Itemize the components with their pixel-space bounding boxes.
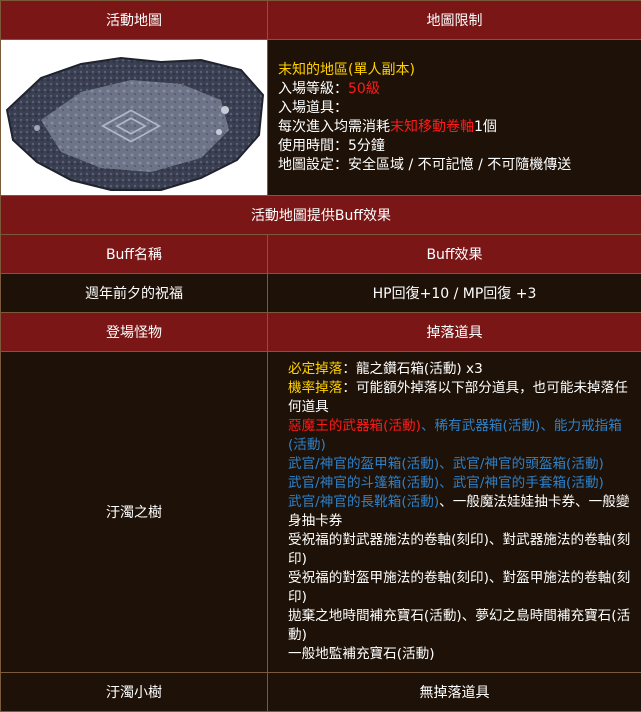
event-map-table: 活動地圖 地圖限制: [0, 0, 641, 712]
drop-line-armor: 武官/神官的盔甲箱(活動)、武官/神官的頭盔箱(活動): [288, 455, 633, 474]
header-monster: 登場怪物: [1, 313, 268, 352]
map-image: [1, 40, 267, 195]
monster-2-drops: 無掉落道具: [268, 673, 641, 712]
entry-level: 入場等級：50級: [278, 80, 631, 99]
drop-line-armor-scrolls: 受祝福的對盔甲施法的卷軸(刻印)、對盔甲施法的卷軸(刻印): [288, 569, 633, 607]
buff-effect: HP回復+10 / MP回復 +3: [268, 274, 641, 313]
header-drops: 掉落道具: [268, 313, 641, 352]
header-buff-effect: Buff效果: [268, 235, 641, 274]
header-restrictions: 地圖限制: [268, 1, 641, 40]
drop-line-cloak: 武官/神官的斗篷箱(活動)、武官/神官的手套箱(活動): [288, 474, 633, 493]
monster-name-1: 汙濁之樹: [1, 352, 268, 673]
entry-consume: 每次進入均需消耗末知移動卷軸1個: [278, 118, 631, 137]
monster-name-2: 汙濁小樹: [1, 673, 268, 712]
map-image-cell: [1, 40, 268, 196]
drop-chance: 機率掉落：可能額外掉落以下部分道具，也可能未掉落任何道具: [288, 379, 633, 417]
usage-time: 使用時間：5分鐘: [278, 137, 631, 156]
map-name: 末知的地區(單人副本): [278, 61, 631, 80]
buff-name: 週年前夕的祝福: [1, 274, 268, 313]
drop-line-boxes: 惡魔王的武器箱(活動)、稀有武器箱(活動)、能力戒指箱(活動): [288, 417, 633, 455]
entry-level-value: 50級: [348, 81, 380, 97]
drop-line-dungeon-gem: 一般地監補充寶石(活動): [288, 645, 633, 664]
header-buff-name: Buff名稱: [1, 235, 268, 274]
drop-list: 必定掉落：龍之鑽石箱(活動) x3 機率掉落：可能額外掉落以下部分道具，也可能未…: [268, 352, 641, 673]
drop-guaranteed: 必定掉落：龍之鑽石箱(活動) x3: [288, 360, 633, 379]
buff-section-title: 活動地圖提供Buff效果: [1, 196, 641, 235]
consume-item: 末知移動卷軸: [390, 119, 474, 135]
map-settings: 地圖設定：安全區域 / 不可記憶 / 不可隨機傳送: [278, 156, 631, 175]
drop-line-weapon-scrolls: 受祝福的對武器施法的卷軸(刻印)、對武器施法的卷軸(刻印): [288, 531, 633, 569]
drop-line-time-gems: 拋棄之地時間補充寶石(活動)、夢幻之島時間補充寶石(活動): [288, 607, 633, 645]
entry-item: 入場道具：: [278, 99, 631, 118]
header-map: 活動地圖: [1, 1, 268, 40]
drop-line-boots: 武官/神官的長靴箱(活動)、一般魔法娃娃抽卡券、一般變身抽卡券: [288, 493, 633, 531]
map-restrictions: 末知的地區(單人副本) 入場等級：50級 入場道具： 每次進入均需消耗末知移動卷…: [268, 40, 641, 196]
